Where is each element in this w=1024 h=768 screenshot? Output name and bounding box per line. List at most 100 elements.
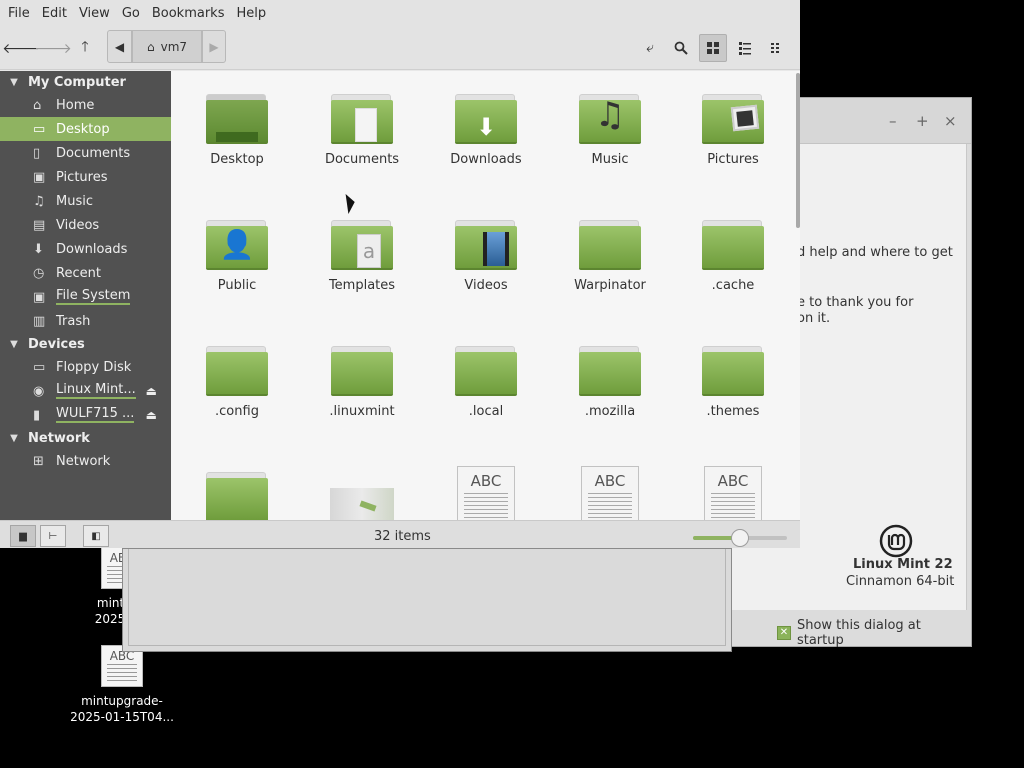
forward-icon[interactable]: 🡒 bbox=[34, 34, 72, 62]
sidebar-item-floppy-disk[interactable]: ▭ Floppy Disk bbox=[0, 355, 171, 379]
pictures-folder-icon bbox=[702, 94, 764, 144]
file-item-folder[interactable] bbox=[182, 472, 292, 520]
back-icon[interactable]: 🡐 bbox=[2, 34, 40, 62]
zoom-slider-handle[interactable] bbox=[731, 529, 749, 547]
maximize-button[interactable]: + bbox=[916, 112, 929, 130]
search-icon[interactable] bbox=[667, 34, 695, 62]
checkbox-checked-icon[interactable]: ✕ bbox=[777, 626, 791, 640]
sidebar-item-network[interactable]: ⊞ Network bbox=[0, 449, 171, 473]
product-name: Linux Mint 22 bbox=[853, 557, 953, 572]
file-item-public[interactable]: 👤 Public bbox=[182, 220, 292, 293]
sidebar-section-network[interactable]: ▼ Network bbox=[0, 427, 90, 449]
item-count: 32 items bbox=[374, 529, 431, 544]
file-item-local[interactable]: .local bbox=[431, 346, 541, 419]
home-icon: ⌂ bbox=[146, 39, 155, 54]
sidebar-item-label: Documents bbox=[56, 145, 131, 161]
menu-file[interactable]: File bbox=[2, 6, 36, 21]
file-item-config[interactable]: .config bbox=[182, 346, 292, 419]
sidebar-item-downloads[interactable]: ⬇ Downloads bbox=[0, 237, 171, 261]
sidebar-item-home[interactable]: ⌂ Home bbox=[0, 93, 171, 117]
file-item-image[interactable] bbox=[307, 469, 417, 520]
eject-icon[interactable]: ⏏ bbox=[146, 408, 157, 422]
recent-icon: ◷ bbox=[33, 265, 45, 281]
sidebar-item-recent[interactable]: ◷ Recent bbox=[0, 261, 171, 285]
music-folder-icon: ♫ bbox=[579, 94, 641, 144]
file-item-music[interactable]: ♫ Music bbox=[555, 94, 665, 167]
sidebar-item-pictures[interactable]: ▣ Pictures bbox=[0, 165, 171, 189]
sidebar-item-linux-mint-disc[interactable]: ◉ Linux Mint... ⏏ bbox=[0, 379, 171, 403]
close-button[interactable]: × bbox=[944, 112, 957, 130]
file-item-downloads[interactable]: ⬇ Downloads bbox=[431, 94, 541, 167]
menu-bookmarks[interactable]: Bookmarks bbox=[146, 6, 231, 21]
file-item-mozilla[interactable]: .mozilla bbox=[555, 346, 665, 419]
startup-label: Show this dialog at startup bbox=[796, 618, 921, 648]
compact-view-icon[interactable] bbox=[763, 34, 791, 62]
expander-down-icon[interactable]: ▼ bbox=[0, 77, 28, 88]
desktop-file-mintupgrade-2[interactable]: ABC mintupgrade- 2025-01-15T04... bbox=[62, 645, 182, 725]
sidebar: ▼ My Computer ⌂ Home ▭ Desktop ▯ Documents … bbox=[0, 71, 171, 520]
sidebar-section-my-computer[interactable]: ▼ My Computer bbox=[0, 71, 126, 93]
file-item-pictures[interactable]: Pictures bbox=[678, 94, 788, 167]
file-item-documents[interactable]: Documents bbox=[307, 94, 417, 167]
file-manager-window: File Edit View Go Bookmarks Help 🡐 🡒 🡑 ◀… bbox=[0, 0, 800, 548]
usb-icon: ▮ bbox=[33, 407, 41, 423]
scrollbar-thumb[interactable] bbox=[796, 73, 800, 228]
sidebar-item-label: Pictures bbox=[56, 169, 108, 185]
menu-help[interactable]: Help bbox=[230, 6, 272, 21]
sidebar-item-usb-drive[interactable]: ▮ WULF715 ... ⏏ bbox=[0, 403, 171, 427]
sidebar-item-file-system[interactable]: ▣ File System bbox=[0, 285, 171, 309]
expander-down-icon[interactable]: ▼ bbox=[0, 433, 28, 444]
file-item-text[interactable]: ABC bbox=[555, 466, 665, 520]
list-view-icon[interactable] bbox=[731, 34, 759, 62]
sidebar-item-label: File System bbox=[56, 288, 131, 305]
sidebar-section-devices[interactable]: ▼ Devices bbox=[0, 333, 85, 355]
desktop-folder-icon bbox=[206, 94, 268, 144]
show-places-icon[interactable]: ▆ bbox=[10, 525, 36, 547]
menu-view[interactable]: View bbox=[73, 6, 116, 21]
path-home-button[interactable]: ⌂ vm7 bbox=[132, 30, 202, 63]
path-right-arrow-icon[interactable]: ▶ bbox=[202, 30, 226, 63]
documents-folder-icon bbox=[331, 94, 393, 144]
text-file-icon: ABC bbox=[457, 466, 515, 520]
sidebar-item-label: Trash bbox=[56, 313, 91, 329]
hide-sidebar-icon[interactable]: ◧ bbox=[83, 525, 109, 547]
sidebar-item-documents[interactable]: ▯ Documents bbox=[0, 141, 171, 165]
menu-edit[interactable]: Edit bbox=[36, 6, 73, 21]
file-item-text[interactable]: ABC bbox=[431, 466, 541, 520]
eject-icon[interactable]: ⏏ bbox=[146, 384, 157, 398]
path-home-label: vm7 bbox=[160, 39, 188, 54]
up-icon[interactable]: 🡑 bbox=[71, 34, 99, 62]
path-left-arrow-icon[interactable]: ◀ bbox=[107, 30, 132, 63]
expander-down-icon[interactable]: ▼ bbox=[0, 339, 28, 350]
sidebar-item-label: Desktop bbox=[56, 121, 110, 137]
sidebar-item-desktop[interactable]: ▭ Desktop bbox=[0, 117, 171, 141]
file-item-linuxmint[interactable]: .linuxmint bbox=[307, 346, 417, 419]
file-item-warpinator[interactable]: Warpinator bbox=[555, 220, 665, 293]
location-toggle-icon[interactable]: ⤶ bbox=[636, 34, 664, 62]
network-icon: ⊞ bbox=[33, 453, 44, 469]
folder-icon bbox=[702, 346, 764, 396]
file-item-desktop[interactable]: Desktop bbox=[182, 94, 292, 167]
file-item-templates[interactable]: a Templates bbox=[307, 220, 417, 293]
menu-go[interactable]: Go bbox=[116, 6, 146, 21]
show-treeview-icon[interactable]: ⊢ bbox=[40, 525, 66, 547]
file-item-themes[interactable]: .themes bbox=[678, 346, 788, 419]
folder-icon bbox=[579, 346, 641, 396]
screen: ABC mintupg 2025-01- ABC mintupgrade- 20… bbox=[0, 0, 1024, 768]
sidebar-item-music[interactable]: ♫ Music bbox=[0, 189, 171, 213]
folder-icon bbox=[206, 472, 268, 520]
sidebar-item-trash[interactable]: ▥ Trash bbox=[0, 309, 171, 333]
file-item-videos[interactable]: Videos bbox=[431, 220, 541, 293]
minimize-button[interactable]: – bbox=[889, 112, 897, 130]
sidebar-item-videos[interactable]: ▤ Videos bbox=[0, 213, 171, 237]
floppy-icon: ▭ bbox=[33, 359, 46, 375]
text-file-icon: ABC bbox=[704, 466, 762, 520]
file-item-text[interactable]: ABC bbox=[678, 466, 788, 520]
folder-icon bbox=[331, 346, 393, 396]
trash-icon: ▥ bbox=[33, 313, 46, 329]
file-item-cache[interactable]: .cache bbox=[678, 220, 788, 293]
file-icon-view[interactable]: Desktop Documents ⬇ Downloads ♫ Music Pi… bbox=[171, 71, 800, 520]
icon-view-icon[interactable] bbox=[699, 34, 727, 62]
startup-toggle[interactable]: ✕ Show this dialog at startup bbox=[777, 618, 971, 648]
music-icon: ♫ bbox=[33, 193, 45, 209]
